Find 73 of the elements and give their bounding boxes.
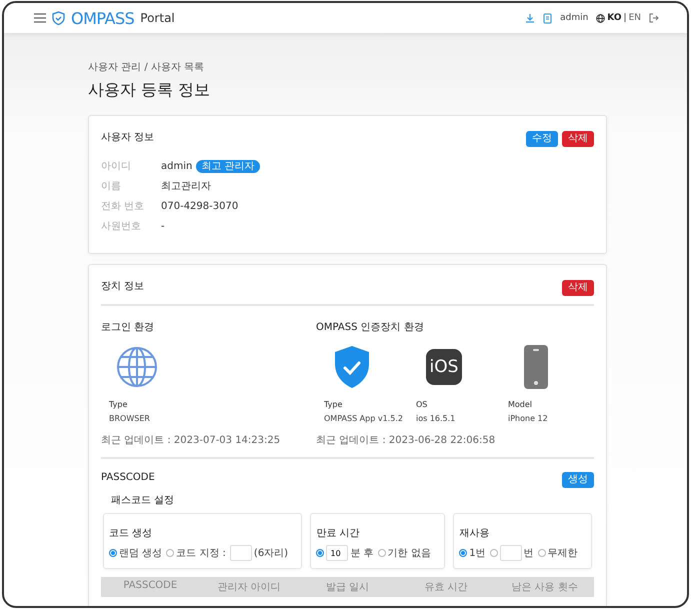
field-value: 최고관리자 bbox=[161, 180, 211, 193]
username[interactable]: admin bbox=[560, 13, 588, 23]
shield-check-icon bbox=[52, 11, 65, 25]
radio-label: 무제한 bbox=[548, 547, 578, 560]
group-title: 재사용 bbox=[459, 527, 490, 540]
info-value: BROWSER bbox=[109, 414, 150, 423]
field-value: admin bbox=[161, 160, 192, 172]
input-field[interactable] bbox=[230, 545, 252, 561]
radio-label: 랜덤 생성 bbox=[119, 547, 162, 560]
column-header: 관리자 아이디 bbox=[216, 581, 282, 594]
column-header: 유효 시간 bbox=[423, 581, 469, 594]
section-title: OMPASS 인증장치 환경 bbox=[316, 322, 424, 333]
logout-icon[interactable] bbox=[649, 13, 659, 23]
radio-label: 1번 bbox=[469, 547, 486, 560]
info-value: OMPASS App v1.5.2 bbox=[324, 414, 403, 423]
separator: | bbox=[624, 13, 627, 23]
shield-check-icon bbox=[333, 345, 371, 389]
column-header: 남은 사용 횟수 bbox=[510, 581, 579, 594]
radio-label: 기한 없음 bbox=[388, 547, 431, 560]
unit-label: 분 후 bbox=[350, 547, 374, 560]
delete-button[interactable]: 삭제 bbox=[562, 280, 594, 296]
breadcrumb: 사용자 관리 / 사용자 목록 bbox=[88, 61, 204, 74]
language-option[interactable]: EN bbox=[628, 13, 641, 23]
column-header: PASSCODE bbox=[122, 580, 178, 593]
input-field[interactable]: 10 bbox=[326, 545, 348, 561]
updated-time: 최근 업데이트 : 2023-07-03 14:23:25 bbox=[101, 435, 280, 446]
radio-button[interactable] bbox=[378, 549, 386, 557]
language-option[interactable]: KO bbox=[607, 13, 622, 23]
phone-icon bbox=[524, 345, 548, 389]
ios-icon: iOS bbox=[426, 349, 462, 385]
action-button[interactable]: 생성 bbox=[562, 472, 594, 488]
radio-button[interactable] bbox=[316, 549, 324, 557]
radio-button[interactable] bbox=[459, 549, 468, 557]
radio-button[interactable] bbox=[490, 549, 498, 557]
info-value: ios 16.5.1 bbox=[416, 414, 456, 423]
brand-name: OMPASS bbox=[71, 8, 134, 28]
card-title: 장치 정보 bbox=[101, 280, 144, 292]
info-label: Type bbox=[324, 400, 342, 409]
role-badge: 최고 관리자 bbox=[196, 160, 260, 172]
section-title: 로그인 환경 bbox=[101, 322, 154, 333]
field-label: 사원번호 bbox=[101, 220, 142, 233]
info-label: Model bbox=[508, 400, 532, 409]
download-icon[interactable] bbox=[525, 13, 536, 23]
info-value: iPhone 12 bbox=[508, 414, 548, 423]
radio-button[interactable] bbox=[109, 549, 117, 557]
page-title: 사용자 등록 정보 bbox=[88, 80, 212, 101]
radio-button[interactable] bbox=[538, 549, 546, 557]
radio-label: 코드 지정 : bbox=[176, 547, 226, 560]
info-label: Type bbox=[109, 400, 128, 409]
section-title: PASSCODE bbox=[101, 472, 155, 483]
field-label: 전화 번호 bbox=[101, 200, 146, 213]
product-name: Portal bbox=[140, 11, 175, 25]
field-label: 이름 bbox=[101, 180, 122, 193]
field-label: 아이디 bbox=[101, 160, 132, 173]
delete-button[interactable]: 삭제 bbox=[562, 131, 594, 147]
updated-time: 최근 업데이트 : 2023-06-28 22:06:58 bbox=[316, 435, 496, 446]
action-button[interactable]: 수정 bbox=[526, 131, 558, 147]
document-icon[interactable] bbox=[543, 12, 552, 24]
globe-icon bbox=[116, 346, 158, 388]
info-label: OS bbox=[416, 400, 428, 409]
settings-title: 패스코드 설정 bbox=[111, 494, 174, 507]
group-title: 코드 생성 bbox=[109, 527, 152, 540]
group-title: 만료 시간 bbox=[316, 527, 360, 540]
unit-label: (6자리) bbox=[254, 547, 288, 560]
field-value: - bbox=[161, 220, 165, 232]
menu-icon[interactable] bbox=[34, 13, 46, 23]
globe-icon bbox=[596, 14, 606, 22]
field-value: 070-4298-3070 bbox=[161, 200, 238, 212]
input-field[interactable] bbox=[500, 545, 522, 561]
column-header: 발급 일시 bbox=[324, 581, 370, 594]
unit-label: 번 bbox=[524, 547, 534, 560]
card-title: 사용자 정보 bbox=[101, 130, 154, 144]
radio-button[interactable] bbox=[166, 549, 174, 557]
